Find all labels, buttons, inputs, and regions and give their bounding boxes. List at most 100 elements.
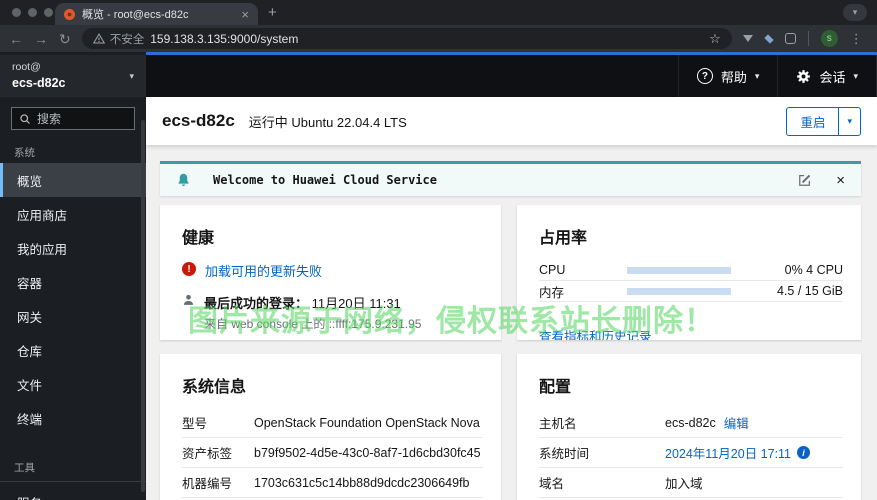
restart-split-button: 重启 ▾: [786, 106, 861, 136]
memory-value: 4.5 / 15 GiB: [776, 284, 843, 298]
domain-row: 域名 加入域: [539, 468, 843, 498]
sidebar-scrollbar[interactable]: [141, 120, 145, 492]
profile-avatar[interactable]: s: [820, 30, 838, 47]
configuration-title: 配置: [539, 379, 572, 396]
error-icon: !: [182, 262, 196, 276]
session-menu-button[interactable]: 会话 ▾: [777, 55, 877, 97]
user-icon: [183, 294, 194, 305]
notification-banner: Welcome to Huawei Cloud Service ×: [160, 161, 861, 196]
close-icon[interactable]: ×: [836, 173, 845, 188]
system-time-row: 系统时间 2024年11月20日 17:11 i: [539, 438, 843, 468]
host-status: 运行中 Ubuntu 22.04.4 LTS: [248, 114, 407, 130]
last-login-label: 最后成功的登录：: [204, 296, 309, 311]
window-dot[interactable]: [12, 8, 21, 17]
content: Welcome to Huawei Cloud Service × 健康 ! 加…: [146, 145, 877, 500]
sidebar-section-tools: 工具: [14, 462, 35, 474]
toolbar-divider: [807, 31, 809, 46]
browser-tab[interactable]: 概览 - root@ecs-d82c ×: [55, 3, 258, 25]
warning-triangle-icon: [92, 33, 105, 44]
usage-card: 占用率 CPU 0% 4 CPU 内存 4.5 / 15 GiB 查看指标和历史…: [517, 205, 861, 340]
downloads-icon[interactable]: [742, 35, 753, 42]
sidebar-item-terminal[interactable]: 终端: [0, 401, 146, 435]
memory-progress-bar: [627, 287, 731, 295]
browser-menu-icon[interactable]: ⋮: [850, 31, 863, 47]
toolbar-right: s ⋮: [742, 30, 863, 47]
screen: 概览 - root@ecs-d82c × + ▾ ← → ↻ 不安全 159.1…: [0, 0, 877, 500]
usage-title: 占用率: [539, 230, 588, 247]
chevron-down-icon: ▾: [754, 70, 760, 81]
configuration-card: 配置 主机名 ecs-d82c 编辑 系统时间 2024年11月20日 17:1…: [517, 354, 861, 500]
model-row: 型号 OpenStack Foundation OpenStack Nova: [182, 408, 483, 438]
extensions-icon[interactable]: [784, 33, 796, 44]
sidebar-divider: [0, 481, 146, 482]
tab-favicon-icon: [64, 8, 75, 20]
user-menu[interactable]: root@ ecs-d82c ▾: [0, 55, 146, 97]
back-icon[interactable]: ←: [9, 32, 23, 46]
last-login-source: 来自 web console 上的 ::ffff:175.9.231.95: [204, 317, 422, 331]
main-area: ecs-d82c 运行中 Ubuntu 22.04.4 LTS 重启 ▾ Wel…: [146, 97, 877, 500]
system-info-title: 系统信息: [182, 379, 247, 396]
card-grid: 健康 ! 加载可用的更新失败 最后成功的登录： 11月20日 11:31 来自 …: [160, 205, 861, 500]
new-tab-button[interactable]: +: [268, 4, 277, 21]
security-chip-label: 不安全: [109, 33, 145, 46]
gear-icon: [797, 69, 811, 83]
health-title: 健康: [182, 230, 215, 247]
restart-button[interactable]: 重启: [787, 107, 840, 135]
join-domain-button[interactable]: 加入域: [665, 473, 703, 492]
sidebar-item-services[interactable]: 服务: [0, 485, 146, 500]
help-menu-button[interactable]: ? 帮助 ▾: [677, 55, 778, 97]
address-bar[interactable]: 不安全 159.138.3.135:9000/system ☆: [81, 28, 732, 49]
user-name: root@: [12, 61, 41, 74]
system-time-link[interactable]: 2024年11月20日 17:11: [665, 443, 791, 462]
reload-icon[interactable]: ↻: [59, 32, 71, 46]
tab-close-icon[interactable]: ×: [241, 8, 249, 21]
tab-title: 概览 - root@ecs-d82c: [82, 9, 189, 21]
last-login-time: 11月20日 11:31: [311, 296, 401, 311]
metrics-history-link[interactable]: 查看指标和历史记录: [539, 326, 652, 340]
machine-id-row: 机器编号 1703c631c5c14bb88d9dcdc2306649fb: [182, 468, 483, 498]
banner-message: Welcome to Huawei Cloud Service: [213, 173, 437, 187]
health-card: 健康 ! 加载可用的更新失败 最后成功的登录： 11月20日 11:31 来自 …: [160, 205, 501, 340]
hostname-row: 主机名 ecs-d82c 编辑: [539, 408, 843, 438]
cpu-value: 0% 4 CPU: [784, 263, 843, 277]
restart-caret-button[interactable]: ▾: [839, 108, 860, 135]
help-label: 帮助: [720, 69, 747, 85]
sidebar-item-containers[interactable]: 容器: [0, 265, 146, 299]
page-title: ecs-d82c: [162, 111, 235, 130]
sidebar-item-repository[interactable]: 仓库: [0, 333, 146, 367]
masthead: ? 帮助 ▾ 会话 ▾: [146, 55, 877, 97]
session-label: 会话: [819, 69, 846, 85]
forward-icon[interactable]: →: [34, 32, 48, 46]
info-icon[interactable]: i: [797, 446, 811, 459]
url-text: 159.138.3.135:9000/system: [150, 31, 299, 46]
tab-search-button[interactable]: ▾: [843, 4, 867, 21]
security-chip[interactable]: 不安全: [92, 31, 145, 47]
search-input[interactable]: [37, 111, 127, 126]
user-hostname: ecs-d82c: [12, 75, 66, 90]
updates-error-link[interactable]: 加载可用的更新失败: [205, 261, 322, 280]
window-controls[interactable]: [12, 8, 53, 17]
window-dot[interactable]: [28, 8, 37, 17]
search-icon: [20, 113, 30, 124]
system-info-card: 系统信息 型号 OpenStack Foundation OpenStack N…: [160, 354, 501, 500]
browser-toolbar: ← → ↻ 不安全 159.138.3.135:9000/system ☆ s …: [0, 25, 877, 52]
bookmark-star-icon[interactable]: ☆: [709, 31, 721, 47]
chevron-down-icon: ▾: [853, 70, 858, 81]
sidebar-section-system: 系统: [14, 147, 35, 159]
chevron-down-icon: ▾: [129, 70, 134, 81]
cpu-usage-row: CPU 0% 4 CPU: [539, 260, 843, 281]
edit-icon[interactable]: [798, 173, 812, 187]
sidebar-item-files[interactable]: 文件: [0, 367, 146, 401]
sidebar-item-gateway[interactable]: 网关: [0, 299, 146, 333]
sidebar-item-overview[interactable]: 概览: [0, 163, 146, 197]
sidebar-item-my-apps[interactable]: 我的应用: [0, 231, 146, 265]
window-dot[interactable]: [44, 8, 53, 17]
browser-tabstrip: 概览 - root@ecs-d82c × + ▾: [0, 0, 877, 25]
memory-label: 内存: [539, 285, 565, 300]
sidebar-search[interactable]: [11, 107, 135, 130]
sharing-hub-icon[interactable]: [764, 33, 774, 44]
cpu-progress-bar: [627, 266, 731, 274]
sidebar-item-app-store[interactable]: 应用商店: [0, 197, 146, 231]
cpu-label: CPU: [539, 263, 566, 277]
hostname-edit-link[interactable]: 编辑: [724, 413, 749, 432]
